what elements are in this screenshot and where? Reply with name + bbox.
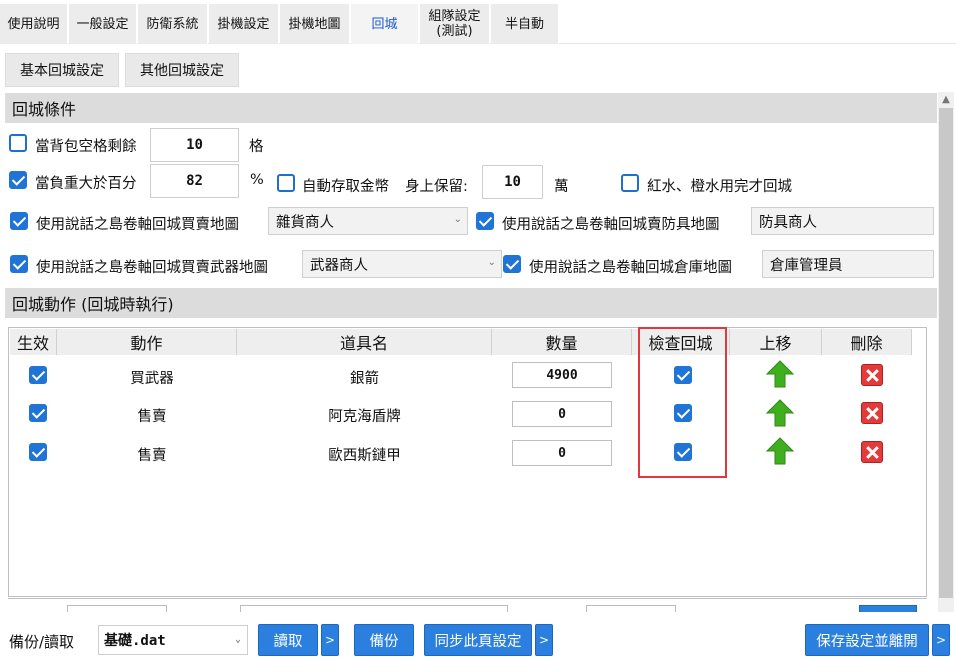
row2-qty-input[interactable]: 0	[512, 401, 612, 427]
scroll-armor-value: 防具商人	[759, 214, 817, 231]
scroll-warehouse-label: 使用說話之島卷軸回城倉庫地圖	[529, 260, 732, 276]
partial-field	[67, 605, 167, 612]
scroll-up-icon[interactable]: ▲	[938, 92, 954, 106]
row1-enabled-checkbox[interactable]	[29, 366, 47, 384]
tab-instructions[interactable]: 使用說明	[0, 4, 68, 44]
auto-gold-checkbox[interactable]	[277, 174, 295, 192]
row1-qty-input[interactable]: 4900	[512, 362, 612, 388]
chevron-down-icon: ⌄	[234, 634, 241, 645]
scroll-weapon-checkbox[interactable]	[10, 255, 28, 273]
subtab-other-return[interactable]: 其他回城設定	[125, 53, 239, 87]
row1-action: 買武器	[130, 371, 174, 387]
tab-return-town[interactable]: 回城	[351, 4, 419, 44]
keep-gold-unit: 萬	[554, 179, 569, 195]
delete-icon[interactable]	[861, 402, 883, 424]
partial-field	[586, 605, 676, 612]
check-return-highlight	[638, 327, 727, 478]
conditions-header: 回城條件	[5, 93, 937, 123]
scroll-weapon-select[interactable]: 武器商人 ⌄	[302, 250, 502, 278]
keep-gold-input[interactable]: 10	[482, 165, 543, 199]
backup-load-label: 備份/讀取	[9, 633, 75, 651]
row3-qty-input[interactable]: 0	[512, 440, 612, 466]
row2-enabled-checkbox[interactable]	[29, 404, 47, 422]
bag-space-checkbox[interactable]	[9, 134, 27, 152]
sync-page-button[interactable]: 同步此頁設定	[424, 624, 532, 656]
col-action: 動作	[57, 329, 237, 355]
col-move-up: 上移	[730, 329, 822, 355]
scroll-grocery-label: 使用說話之島卷軸回城買賣地圖	[36, 217, 239, 233]
move-up-icon[interactable]	[765, 359, 795, 389]
tab-defense[interactable]: 防衛系統	[138, 4, 208, 44]
scroll-warehouse-value: 倉庫管理員	[770, 257, 843, 274]
backup-button[interactable]: 備份	[354, 624, 414, 656]
load-more-button[interactable]: >	[321, 624, 339, 656]
save-exit-button[interactable]: 保存設定並離開	[805, 624, 929, 656]
sync-more-button[interactable]: >	[535, 624, 553, 656]
tab-afk-map[interactable]: 掛機地圖	[280, 4, 350, 44]
delete-icon[interactable]	[861, 364, 883, 386]
delete-icon[interactable]	[861, 441, 883, 463]
row2-item: 阿克海盾牌	[328, 409, 401, 425]
scroll-grocery-value: 雜貨商人	[276, 214, 334, 231]
scroll-armor-label: 使用說話之島卷軸回城賣防具地圖	[502, 217, 720, 233]
backup-file-value: 基礎.dat	[104, 633, 166, 649]
chevron-down-icon: ⌄	[453, 214, 462, 225]
col-item-name: 道具名	[237, 329, 492, 355]
tab-party[interactable]: 組隊設定 (測試)	[420, 4, 490, 44]
move-up-icon[interactable]	[765, 436, 795, 466]
weight-input[interactable]: 82	[150, 164, 239, 198]
scroll-armor-select[interactable]: 防具商人	[751, 207, 934, 235]
scroll-grocery-select[interactable]: 雜貨商人 ⌄	[268, 207, 468, 235]
scroll-armor-checkbox[interactable]	[476, 212, 494, 230]
row3-action: 售賣	[137, 448, 167, 464]
scroll-warehouse-select[interactable]: 倉庫管理員	[762, 250, 934, 278]
weight-label: 當負重大於百分	[35, 176, 137, 192]
tab-semi-auto[interactable]: 半自動	[491, 4, 559, 44]
scroll-weapon-value: 武器商人	[310, 257, 368, 274]
scroll-grocery-checkbox[interactable]	[10, 212, 28, 230]
row3-item: 歐西斯鏈甲	[328, 448, 401, 464]
main-tab-bar: 使用說明 一般設定 防衛系統 掛機設定 掛機地圖 回城 組隊設定 (測試) 半自…	[0, 0, 956, 44]
potion-empty-label: 紅水、橙水用完才回城	[647, 179, 792, 195]
bag-space-unit: 格	[249, 139, 264, 155]
weight-checkbox[interactable]	[9, 171, 27, 189]
partial-field	[240, 605, 508, 612]
bag-space-input[interactable]: 10	[150, 128, 239, 162]
keep-gold-label: 身上保留:	[405, 179, 468, 195]
weight-unit: %	[250, 172, 264, 188]
subtab-basic-return[interactable]: 基本回城設定	[5, 53, 119, 87]
scroll-warehouse-checkbox[interactable]	[503, 255, 521, 273]
col-delete: 刪除	[822, 329, 912, 355]
partial-button	[859, 605, 917, 612]
row2-action: 售賣	[137, 409, 167, 425]
col-enabled: 生效	[10, 329, 57, 355]
row3-enabled-checkbox[interactable]	[29, 443, 47, 461]
row1-item: 銀箭	[350, 371, 379, 387]
auto-gold-label: 自動存取金幣	[302, 179, 389, 195]
bag-space-label: 當背包空格剩餘	[35, 139, 137, 155]
move-up-icon[interactable]	[765, 398, 795, 428]
tab-afk-settings[interactable]: 掛機設定	[209, 4, 279, 44]
tab-general[interactable]: 一般設定	[69, 4, 137, 44]
potion-empty-checkbox[interactable]	[621, 174, 639, 192]
scroll-weapon-label: 使用說話之島卷軸回城買賣武器地圖	[36, 260, 268, 276]
scrollbar-thumb[interactable]	[939, 108, 953, 598]
load-button[interactable]: 讀取	[258, 624, 318, 656]
save-more-button[interactable]: >	[932, 624, 950, 656]
backup-file-select[interactable]: 基礎.dat ⌄	[98, 625, 248, 655]
col-quantity: 數量	[492, 329, 632, 355]
actions-header: 回城動作 (回城時執行)	[5, 288, 937, 318]
chevron-down-icon: ⌄	[487, 257, 496, 268]
